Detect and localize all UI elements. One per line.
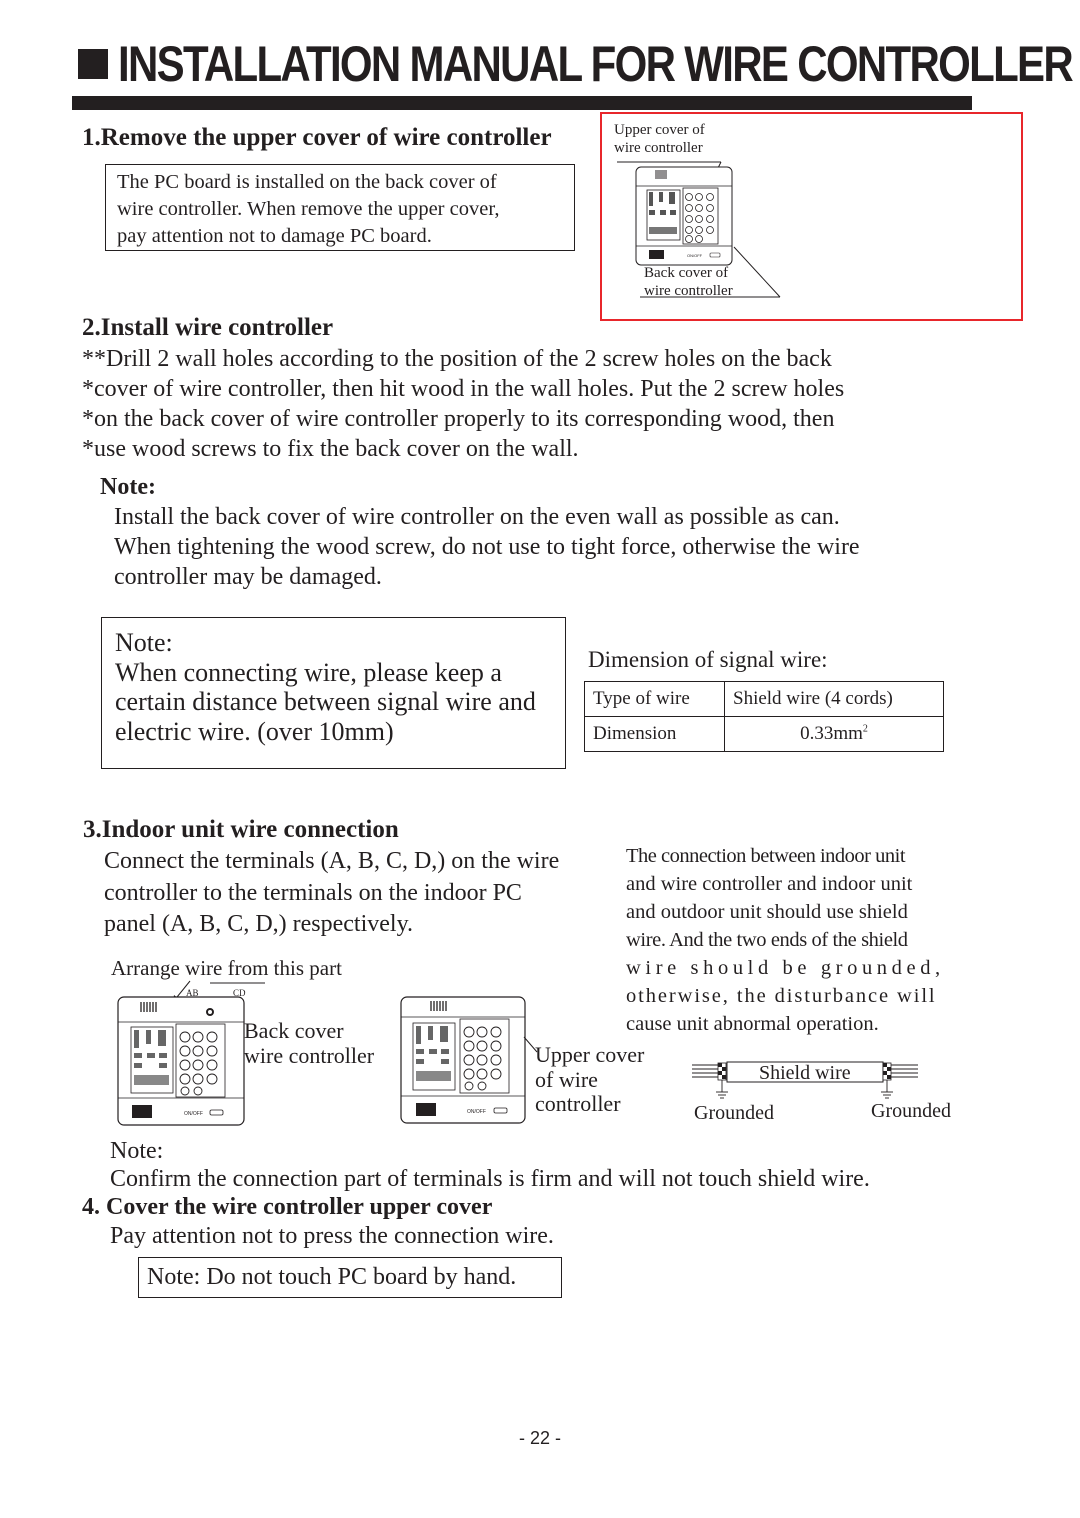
- back-cover-label-line2: wire controller: [244, 1043, 375, 1068]
- black-square-bullet-icon: [78, 49, 108, 79]
- section2-instructions: **Drill 2 wall holes according to the po…: [82, 344, 844, 464]
- section4-heading: 4. Cover the wire controller upper cover: [82, 1194, 493, 1220]
- table-row: Type of wire Shield wire (4 cords): [584, 681, 944, 717]
- section1-box-line: The PC board is installed on the back co…: [117, 171, 497, 193]
- wire-distance-note-box: Note: When connecting wire, please keep …: [101, 617, 566, 769]
- signal-wire-caption: Dimension of signal wire:: [588, 647, 828, 672]
- section2-note-heading: Note:: [100, 474, 156, 500]
- section3-line: Connect the terminals (A, B, C, D,) on t…: [104, 848, 560, 874]
- signal-wire-table: Type of wire Shield wire (4 cords) Dimen…: [584, 681, 944, 752]
- section3-note-text: Confirm the connection part of terminals…: [110, 1166, 870, 1192]
- section1-warning-box: The PC board is installed on the back co…: [105, 164, 575, 251]
- right-ground-icon: [881, 1080, 893, 1099]
- onoff-label: ON/OFF: [687, 253, 703, 258]
- title-underline-bar: [72, 96, 972, 110]
- right-grounded-label: Grounded: [871, 1100, 951, 1122]
- section4-note-box: Note: Do not touch PC board by hand.: [138, 1257, 562, 1298]
- table-cell-value: Shield wire (4 cords): [724, 681, 944, 717]
- left-wire-strands: [692, 1064, 718, 1078]
- section1-heading: 1.Remove the upper cover of wire control…: [82, 124, 552, 151]
- shield-wire-label: Shield wire: [759, 1062, 851, 1084]
- side-text-line: wire. And the two ends of the shield: [626, 929, 908, 951]
- dimension-superscript: 2: [862, 723, 868, 735]
- section2-heading: 2.Install wire controller: [82, 314, 334, 341]
- section2-line: *on the back cover of wire controller pr…: [82, 406, 835, 432]
- section1-box-line: wire controller. When remove the upper c…: [117, 198, 500, 220]
- table-row: Dimension 0.33mm2: [584, 716, 944, 752]
- dimension-value: 0.33mm: [800, 723, 863, 744]
- upper-cover-controller: ON/OFF: [400, 996, 538, 1124]
- section2-note-line: controller may be damaged.: [114, 564, 382, 590]
- table-cell-label: Type of wire: [584, 681, 725, 717]
- sensor-window-icon: [132, 1105, 152, 1118]
- page-title-row: INSTALLATION MANUAL FOR WIRE CONTROLLER: [78, 36, 1080, 92]
- section2-line: **Drill 2 wall holes according to the po…: [82, 346, 832, 372]
- wire-note-line: electric wire. (over 10mm): [115, 716, 394, 746]
- wire-note-line: certain distance between signal wire and: [115, 687, 536, 716]
- section2-note: Install the back cover of wire controlle…: [114, 502, 860, 592]
- section2-note-line: When tightening the wood screw, do not u…: [114, 534, 860, 560]
- table-cell-value: 0.33mm2: [724, 716, 944, 752]
- section4-text: Pay attention not to press the connectio…: [110, 1223, 554, 1249]
- wire-note-line: When connecting wire, please keep a: [115, 657, 502, 687]
- page-title: INSTALLATION MANUAL FOR WIRE CONTROLLER: [118, 36, 1074, 92]
- section3-note-heading: Note:: [110, 1138, 164, 1164]
- upper-cover-label-line3: controller: [535, 1091, 621, 1116]
- back-cover-label-s3: Back cover wire controller: [244, 1018, 374, 1068]
- side-text-line: otherwise, the disturbance will: [626, 985, 937, 1007]
- section4-note-text: Note: Do not touch PC board by hand.: [147, 1264, 517, 1290]
- upper-cover-label-s3: Upper cover of wire controller: [535, 1042, 645, 1117]
- section1-box-line: pay attention not to damage PC board.: [117, 225, 432, 247]
- table-cell-label: Dimension: [584, 716, 725, 752]
- back-cover-controller: ON/OFF: [117, 996, 245, 1126]
- controller-illustration-small: ON/OFF: [617, 161, 781, 298]
- side-text-line: cause unit abnormal operation.: [626, 1013, 879, 1035]
- section2-note-line: Install the back cover of wire controlle…: [114, 504, 840, 530]
- sensor-window-icon: [649, 250, 664, 259]
- onoff-label: ON/OFF: [467, 1109, 486, 1115]
- section2-line: *use wood screws to fix the back cover o…: [82, 436, 579, 462]
- wire-note-heading: Note:: [115, 628, 173, 657]
- side-text-line: wire should be grounded,: [626, 957, 945, 979]
- left-ground-icon: [716, 1080, 728, 1099]
- side-text-line: and outdoor unit should use shield: [626, 901, 908, 923]
- side-text-line: The connection between indoor unit: [626, 845, 906, 867]
- section3-heading: 3.Indoor unit wire connection: [83, 816, 399, 843]
- onoff-label: ON/OFF: [184, 1111, 203, 1117]
- right-wire-strands: [891, 1064, 918, 1078]
- side-text-line: and wire controller and indoor unit: [626, 873, 913, 895]
- section3-instructions: Connect the terminals (A, B, C, D,) on t…: [104, 846, 559, 941]
- section2-line: *cover of wire controller, then hit wood…: [82, 376, 845, 402]
- section3-line: controller to the terminals on the indoo…: [104, 879, 522, 906]
- section3-line: panel (A, B, C, D,) respectively.: [104, 911, 414, 937]
- upper-cover-label-line2: of wire: [535, 1066, 598, 1092]
- left-grounded-label: Grounded: [694, 1102, 774, 1124]
- back-leader-diag: [733, 246, 781, 298]
- back-cover-label-line1: Back cover: [244, 1018, 344, 1043]
- sensor-window-icon: [416, 1103, 436, 1116]
- page-number: - 22 -: [518, 1428, 561, 1448]
- upper-cover-label-line1: Upper cover: [535, 1042, 645, 1067]
- shield-wire-explanation: The connection between indoor unit and w…: [626, 842, 959, 1038]
